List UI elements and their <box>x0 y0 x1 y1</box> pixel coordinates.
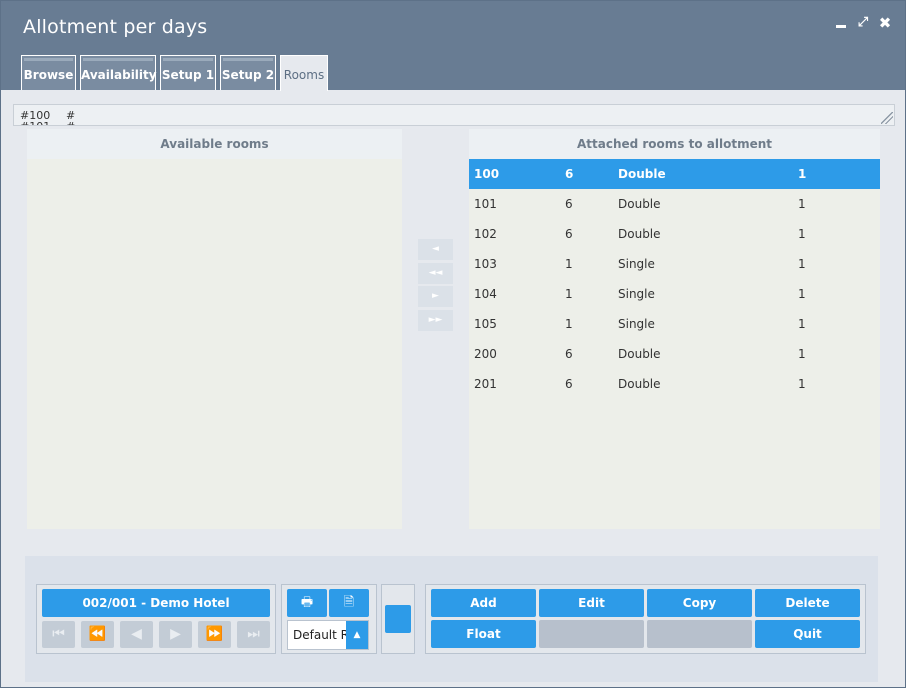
room-count-cell: 1 <box>798 287 806 301</box>
room-number-cell: 105 <box>474 317 497 331</box>
window-title: Allotment per days <box>23 16 208 38</box>
report-select-value: Default Report <box>293 628 348 642</box>
room-type-cell: Single <box>618 287 655 301</box>
room-number-cell: 101 <box>474 197 497 211</box>
report-select[interactable]: Default Report ▲ <box>287 620 369 650</box>
room-row[interactable]: 100 6 Double 1 <box>469 159 880 189</box>
tab-setup-1[interactable]: Setup 1 <box>160 55 216 90</box>
room-row[interactable]: 102 6 Double 1 <box>469 219 880 249</box>
available-rooms-panel: Available rooms <box>27 129 402 529</box>
room-type-cell: Single <box>618 257 655 271</box>
room-number-cell: 102 <box>474 227 497 241</box>
first-record-icon[interactable]: ⏮ <box>42 621 75 648</box>
move-all-right-button[interactable]: ►► <box>418 310 453 331</box>
resize-grip-icon[interactable] <box>881 112 893 124</box>
room-beds-cell: 6 <box>565 377 573 391</box>
add-button[interactable]: Add <box>431 589 536 617</box>
previous-record-icon[interactable]: ◀ <box>120 621 153 648</box>
allotment-window: Allotment per days ⤢ ✖ Browse Availabili… <box>0 0 906 688</box>
move-left-button[interactable]: ◄ <box>418 239 453 260</box>
room-row[interactable]: 201 6 Double 1 <box>469 369 880 399</box>
hotel-selector-button[interactable]: 002/001 - Demo Hotel <box>42 589 270 617</box>
empty-action-button-2 <box>647 620 752 648</box>
header-room-mark-2: # <box>66 120 75 125</box>
room-type-cell: Double <box>618 167 666 181</box>
tab-availability[interactable]: Availability <box>80 55 157 90</box>
edit-button[interactable]: Edit <box>539 589 644 617</box>
room-row[interactable]: 101 6 Double 1 <box>469 189 880 219</box>
room-beds-cell: 1 <box>565 317 573 331</box>
room-row[interactable]: 104 1 Single 1 <box>469 279 880 309</box>
room-beds-cell: 6 <box>565 227 573 241</box>
room-type-cell: Double <box>618 197 661 211</box>
header-room-code-2: #101 <box>20 120 50 125</box>
maximize-icon[interactable]: ⤢ <box>855 15 871 31</box>
available-rooms-header: Available rooms <box>27 129 402 159</box>
room-number-cell: 100 <box>474 167 500 181</box>
close-icon[interactable]: ✖ <box>877 15 893 31</box>
room-type-cell: Double <box>618 347 661 361</box>
room-number-cell: 104 <box>474 287 497 301</box>
tab-browse[interactable]: Browse <box>21 55 76 90</box>
room-number-cell: 200 <box>474 347 497 361</box>
room-type-cell: Single <box>618 317 655 331</box>
room-type-cell: Double <box>618 377 661 391</box>
room-beds-cell: 6 <box>565 167 574 181</box>
move-right-button[interactable]: ► <box>418 286 453 307</box>
room-beds-cell: 6 <box>565 347 573 361</box>
previous-page-icon[interactable]: ⏪ <box>81 621 114 648</box>
quit-button[interactable]: Quit <box>755 620 860 648</box>
delete-button[interactable]: Delete <box>755 589 860 617</box>
attached-rooms-panel: Attached rooms to allotment 100 6 Double 1 1… <box>469 129 880 529</box>
empty-action-button-1 <box>539 620 644 648</box>
room-number-cell: 103 <box>474 257 497 271</box>
next-record-icon[interactable]: ▶ <box>159 621 192 648</box>
print-preview-icon[interactable]: 🗎 <box>329 589 369 617</box>
print-icon[interactable]: 🖶 <box>287 589 327 617</box>
room-count-cell: 1 <box>798 377 806 391</box>
room-count-cell: 1 <box>798 257 806 271</box>
next-page-icon[interactable]: ⏩ <box>198 621 231 648</box>
room-number-cell: 201 <box>474 377 497 391</box>
room-count-cell: 1 <box>798 227 806 241</box>
minimize-icon[interactable] <box>833 15 849 31</box>
extra-action-button[interactable] <box>385 605 411 633</box>
room-count-cell: 1 <box>798 167 807 181</box>
room-count-cell: 1 <box>798 347 806 361</box>
tab-setup-2[interactable]: Setup 2 <box>220 55 276 90</box>
tab-rooms[interactable]: Rooms <box>280 55 328 91</box>
room-row[interactable]: 103 1 Single 1 <box>469 249 880 279</box>
room-type-cell: Double <box>618 227 661 241</box>
last-record-icon[interactable]: ⏭ <box>237 621 270 648</box>
room-row[interactable]: 200 6 Double 1 <box>469 339 880 369</box>
room-count-cell: 1 <box>798 317 806 331</box>
copy-button[interactable]: Copy <box>647 589 752 617</box>
move-all-left-button[interactable]: ◄◄ <box>418 263 453 284</box>
room-beds-cell: 6 <box>565 197 573 211</box>
room-header-textarea[interactable]: #100 # #101 # <box>13 104 895 126</box>
room-row[interactable]: 105 1 Single 1 <box>469 309 880 339</box>
room-count-cell: 1 <box>798 197 806 211</box>
room-beds-cell: 1 <box>565 287 573 301</box>
chevron-up-icon[interactable]: ▲ <box>346 621 368 649</box>
attached-rooms-header: Attached rooms to allotment <box>469 129 880 159</box>
room-beds-cell: 1 <box>565 257 573 271</box>
float-button[interactable]: Float <box>431 620 536 648</box>
